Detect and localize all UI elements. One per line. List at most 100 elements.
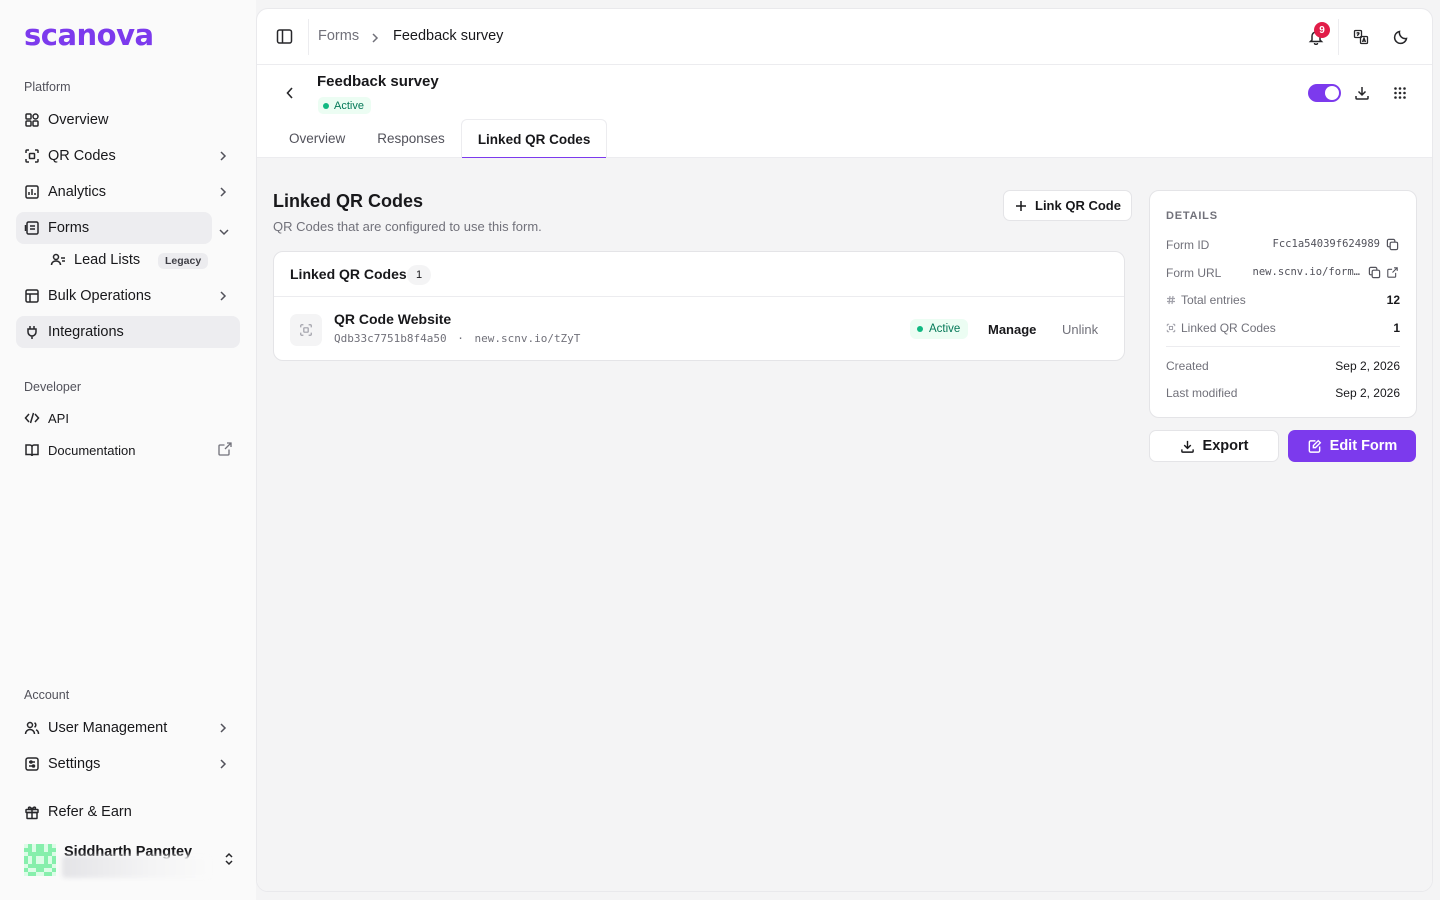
tab-responses[interactable]: Responses xyxy=(361,119,461,158)
sidebar-item-refer-earn[interactable]: Refer & Earn xyxy=(16,796,240,828)
chevron-right-icon xyxy=(371,30,379,46)
page-title: Feedback survey xyxy=(317,73,439,90)
divider xyxy=(1338,19,1339,55)
moon-icon[interactable] xyxy=(1390,26,1412,48)
created-label: Created xyxy=(1166,359,1209,373)
created-value: Sep 2, 2026 xyxy=(1335,359,1400,373)
chevron-right-icon xyxy=(216,149,230,163)
gift-icon xyxy=(24,804,40,820)
external-link-icon xyxy=(218,442,232,456)
account-section-label: Account xyxy=(24,688,70,702)
form-header: Feedback survey Active Overview Response… xyxy=(257,65,1432,159)
sidebar-item-label: User Management xyxy=(48,720,168,736)
tab-bar: Overview Responses Linked QR Codes xyxy=(273,119,608,159)
code-icon xyxy=(24,410,40,426)
back-arrow-icon[interactable] xyxy=(282,85,298,101)
sidebar-item-label: QR Codes xyxy=(48,148,116,164)
divider xyxy=(308,19,309,55)
total-entries-row: Total entries 12 xyxy=(1166,291,1400,309)
section-subtitle: QR Codes that are configured to use this… xyxy=(273,219,542,234)
sidebar-item-label: Forms xyxy=(48,220,90,236)
meta-separator: · xyxy=(457,332,464,345)
form-id-row: Form ID Fcc1a54039f624989 xyxy=(1166,236,1400,254)
linked-qr-codes-key: Linked QR Codes xyxy=(1166,321,1276,335)
sidebar-item-qr-codes[interactable]: QR Codes xyxy=(16,140,240,172)
sidebar-item-integrations[interactable]: Integrations xyxy=(16,316,240,348)
copy-icon[interactable] xyxy=(1384,236,1400,252)
sidebar-item-label: Analytics xyxy=(48,184,107,200)
sidebar-item-label: Integrations xyxy=(48,324,124,340)
sidebar-item-user-management[interactable]: User Management xyxy=(16,712,240,744)
external-link-icon[interactable] xyxy=(1384,264,1400,280)
qr-code-meta: Qdb33c7751b8f4a50 · new.scnv.io/tZyT xyxy=(334,332,580,345)
hash-icon xyxy=(1166,295,1176,305)
tab-linked-qr-codes[interactable]: Linked QR Codes xyxy=(460,119,608,159)
form-url-label: Form URL xyxy=(1166,266,1222,280)
sidebar-toggle-icon[interactable] xyxy=(276,28,293,48)
status-dot xyxy=(917,326,923,332)
chevron-right-icon xyxy=(216,289,230,303)
qr-code-short-url: new.scnv.io/tZyT xyxy=(474,332,581,345)
sidebar-item-documentation[interactable]: Documentation xyxy=(16,434,240,466)
sidebar-item-api[interactable]: API xyxy=(16,402,240,434)
breadcrumb-forms[interactable]: Forms xyxy=(318,28,359,44)
linked-qr-codes-label: Linked QR Codes xyxy=(1181,321,1276,335)
user-menu[interactable]: Siddharth Pangtey xyxy=(24,842,240,878)
qr-code-name[interactable]: QR Code Website xyxy=(334,311,451,327)
download-icon[interactable] xyxy=(1353,84,1371,102)
form-id-value: Fcc1a54039f624989 xyxy=(1272,238,1380,250)
sidebar-item-overview[interactable]: Overview xyxy=(16,104,240,136)
chevron-up-down-icon[interactable] xyxy=(224,852,234,869)
tab-overview[interactable]: Overview xyxy=(273,119,361,158)
main-panel: Forms Feedback survey 9 Feedback survey … xyxy=(256,8,1433,892)
content-area: Linked QR Codes QR Codes that are config… xyxy=(257,158,1432,891)
unlink-button[interactable]: Unlink xyxy=(1062,322,1098,337)
book-icon xyxy=(24,442,40,458)
last-modified-value: Sep 2, 2026 xyxy=(1335,386,1400,400)
section-title: Linked QR Codes xyxy=(273,191,424,211)
sidebar-item-analytics[interactable]: Analytics xyxy=(16,176,240,208)
chevron-right-icon xyxy=(216,185,230,199)
toggle-knob xyxy=(1325,86,1339,100)
linked-qr-codes-card: Linked QR Codes 1 QR Code Website Qdb33c… xyxy=(273,251,1125,361)
chevron-right-icon xyxy=(216,757,230,771)
avatar xyxy=(24,844,56,876)
details-heading: DETAILS xyxy=(1166,210,1218,222)
status-dot xyxy=(323,102,329,109)
edit-icon xyxy=(1307,439,1322,454)
copy-icon[interactable] xyxy=(1366,264,1382,280)
settings-icon xyxy=(24,756,40,772)
legacy-badge: Legacy xyxy=(158,253,209,269)
chevron-down-icon[interactable] xyxy=(219,223,229,239)
form-url-row: Form URL new.scnv.io/form… xyxy=(1166,264,1400,282)
plug-icon xyxy=(24,324,40,340)
form-active-toggle[interactable] xyxy=(1308,84,1341,102)
created-row: Created Sep 2, 2026 xyxy=(1166,357,1400,375)
top-bar: Forms Feedback survey 9 xyxy=(257,9,1432,65)
scan-icon xyxy=(1166,323,1176,333)
language-icon[interactable] xyxy=(1350,26,1372,48)
brand-logo[interactable]: scanova xyxy=(24,18,154,52)
link-qr-code-button[interactable]: Link QR Code xyxy=(1003,190,1132,221)
linked-qr-codes-value: 1 xyxy=(1393,321,1400,335)
qr-code-id: Qdb33c7751b8f4a50 xyxy=(334,332,447,345)
grid-menu-icon[interactable] xyxy=(1391,84,1409,102)
status-text: Active xyxy=(929,323,961,335)
sidebar-item-label: Bulk Operations xyxy=(48,288,152,304)
users-icon xyxy=(24,720,40,736)
sidebar-item-bulk-operations[interactable]: Bulk Operations xyxy=(16,280,240,312)
count-badge: 1 xyxy=(407,265,431,285)
form-id-label: Form ID xyxy=(1166,238,1210,252)
notification-badge: 9 xyxy=(1314,22,1330,38)
edit-form-button[interactable]: Edit Form xyxy=(1288,430,1416,462)
export-button[interactable]: Export xyxy=(1149,430,1279,462)
manage-button[interactable]: Manage xyxy=(988,322,1036,337)
sidebar-item-settings[interactable]: Settings xyxy=(16,748,240,780)
plus-icon xyxy=(1015,200,1027,212)
total-entries-key: Total entries xyxy=(1166,293,1246,307)
sidebar-item-label: Overview xyxy=(48,112,109,128)
sidebar-item-forms[interactable]: Forms xyxy=(16,212,212,244)
button-label: Edit Form xyxy=(1329,438,1398,454)
bar-chart-icon xyxy=(24,184,40,200)
status-badge: Active xyxy=(318,97,371,114)
